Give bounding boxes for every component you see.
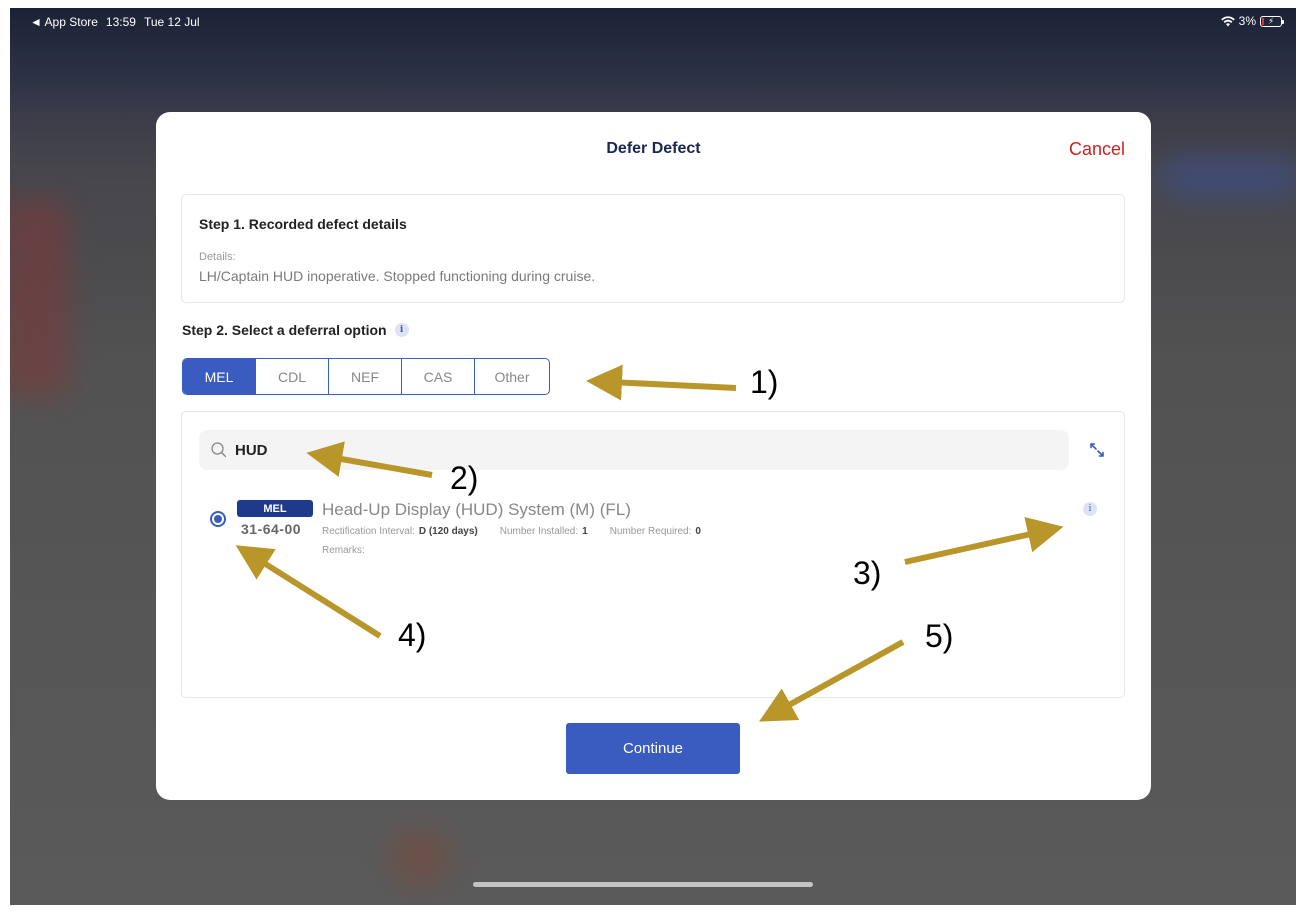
annotation-label-1: 1) xyxy=(750,364,779,400)
info-icon[interactable]: i xyxy=(1083,502,1097,516)
search-icon xyxy=(211,442,227,458)
required-label: Number Required: xyxy=(609,526,692,537)
tab-nef[interactable]: NEF xyxy=(329,359,402,394)
status-date: Tue 12 Jul xyxy=(143,15,200,29)
background-blur xyxy=(1160,158,1296,198)
defer-defect-modal: Defer Defect Cancel Step 1. Recorded def… xyxy=(156,112,1151,800)
rect-interval-value: D (120 days) xyxy=(418,526,478,537)
info-icon[interactable]: i xyxy=(394,323,409,337)
status-bar: ◄ App Store 13:59 Tue 12 Jul 3% ⚡ xyxy=(10,8,1296,34)
radio-selected-dot xyxy=(214,515,222,523)
tab-cas[interactable]: CAS xyxy=(402,359,475,394)
background-blur xyxy=(390,828,450,888)
home-indicator[interactable] xyxy=(473,882,813,887)
installed-label: Number Installed: xyxy=(499,526,579,537)
remarks-label: Remarks: xyxy=(322,545,365,556)
results-card: MEL 31-64-00 Head-Up Display (HUD) Syste… xyxy=(181,411,1125,698)
installed-value: 1 xyxy=(582,526,588,537)
defect-details-card: Step 1. Recorded defect details Details:… xyxy=(181,194,1125,303)
background-blur xyxy=(10,198,70,398)
annotation-label-3: 3) xyxy=(853,555,882,591)
details-text: LH/Captain HUD inoperative. Stopped func… xyxy=(199,268,596,284)
continue-button[interactable]: Continue xyxy=(566,723,740,774)
wifi-icon xyxy=(1220,15,1235,26)
ata-code: 31-64-00 xyxy=(241,521,302,537)
expand-icon[interactable] xyxy=(1088,441,1106,459)
result-title[interactable]: Head-Up Display (HUD) System (M) (FL) xyxy=(322,500,631,520)
modal-title: Defer Defect xyxy=(606,140,701,157)
result-meta: Rectification Interval: D (120 days) Num… xyxy=(322,526,701,537)
result-radio-button[interactable] xyxy=(210,511,226,527)
annotation-label-5: 5) xyxy=(925,618,954,654)
tab-mel[interactable]: MEL xyxy=(183,359,256,394)
battery-percent: 3% xyxy=(1238,14,1256,28)
search-input[interactable] xyxy=(235,441,835,459)
tab-cdl[interactable]: CDL xyxy=(256,359,329,394)
step1-title: Step 1. Recorded defect details xyxy=(199,216,407,232)
tab-other[interactable]: Other xyxy=(475,359,549,394)
charging-bolt-icon: ⚡ xyxy=(1267,15,1275,26)
battery-icon: ⚡ xyxy=(1260,15,1284,27)
step2-heading: Step 2. Select a deferral option i xyxy=(182,322,409,338)
step2-title: Step 2. Select a deferral option xyxy=(182,322,387,338)
rect-interval-label: Rectification Interval: xyxy=(322,526,415,537)
status-time: 13:59 xyxy=(105,15,136,29)
search-bar[interactable] xyxy=(199,430,1069,470)
cancel-button[interactable]: Cancel xyxy=(1069,139,1125,160)
details-label: Details: xyxy=(199,251,236,263)
annotation-label-2: 2) xyxy=(450,460,479,496)
required-value: 0 xyxy=(695,526,701,537)
annotation-label-4: 4) xyxy=(398,617,427,653)
mel-badge: MEL xyxy=(237,500,313,517)
back-to-app-link[interactable]: ◄ App Store xyxy=(30,15,98,29)
deferral-option-tabs: MEL CDL NEF CAS Other xyxy=(182,358,550,395)
